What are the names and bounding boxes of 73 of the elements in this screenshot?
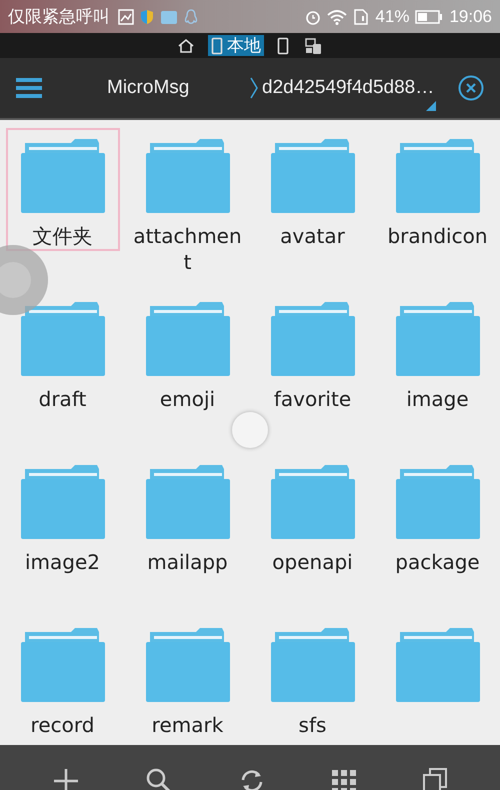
folder-item[interactable]: openapi <box>256 454 370 577</box>
battery-percent: 41% <box>375 6 410 26</box>
folder-icon <box>396 463 480 539</box>
path-crumb[interactable]: MicroMsg <box>107 77 245 99</box>
folder-name: openapi <box>271 549 354 575</box>
folder-name: draft <box>38 386 88 412</box>
folder-icon <box>146 137 230 213</box>
phone-icon <box>211 36 223 54</box>
folder-icon <box>20 626 104 702</box>
folder-item[interactable]: emoji <box>130 291 244 414</box>
folder-name: 文件夹 <box>32 223 94 249</box>
folder-item[interactable]: package <box>380 454 494 577</box>
shield-icon <box>140 8 154 24</box>
folder-icon <box>396 626 480 702</box>
folder-item[interactable]: favorite <box>256 291 370 414</box>
folder-item[interactable]: sfs <box>256 617 370 740</box>
dropdown-corner-icon[interactable] <box>426 101 436 111</box>
folder-name: image2 <box>24 549 102 575</box>
notification-text: 仅限紧急呼叫 <box>8 6 110 28</box>
folder-name: image <box>405 386 470 412</box>
add-icon[interactable] <box>53 768 80 790</box>
folder-icon <box>396 300 480 376</box>
folder-icon <box>270 463 354 539</box>
windows-icon[interactable] <box>422 768 447 790</box>
folder-icon <box>270 300 354 376</box>
folder-icon <box>20 137 104 213</box>
folder-item[interactable]: attachment <box>130 128 244 277</box>
folder-item[interactable]: avatar <box>256 128 370 251</box>
grid-icon[interactable] <box>332 770 356 790</box>
sim-icon <box>353 8 370 24</box>
folder-name: emoji <box>158 386 216 412</box>
folder-item[interactable]: 文件夹 <box>6 128 120 251</box>
folder-item[interactable]: record <box>6 617 120 740</box>
menu-icon[interactable] <box>16 78 42 98</box>
folder-item[interactable]: mailapp <box>130 454 244 577</box>
folder-item[interactable]: brandicon <box>380 128 494 251</box>
folder-item[interactable]: image <box>380 291 494 414</box>
path-crumb[interactable]: d2d42549f4d5d88… <box>262 77 434 99</box>
folder-item[interactable]: remark <box>130 617 244 740</box>
folder-icon <box>270 626 354 702</box>
penguin-icon <box>184 8 198 24</box>
folder-icon <box>396 137 480 213</box>
folder-app-icon <box>160 8 178 24</box>
clock: 19:06 <box>449 6 492 26</box>
folder-name: avatar <box>279 223 346 249</box>
folder-icon <box>146 300 230 376</box>
folder-icon <box>270 137 354 213</box>
folder-icon <box>20 300 104 376</box>
floating-dot[interactable] <box>232 412 268 448</box>
chevron-icon <box>250 77 258 99</box>
folder-name: remark <box>150 712 224 738</box>
folder-icon <box>20 463 104 539</box>
folder-name: brandicon <box>386 223 488 249</box>
folder-name: attachment <box>132 223 243 275</box>
folder-item[interactable]: draft <box>6 291 120 414</box>
folder-item[interactable]: image2 <box>6 454 120 577</box>
folder-name: package <box>394 549 481 575</box>
devices-icon <box>305 36 323 54</box>
folder-name: record <box>30 712 96 738</box>
folder-icon <box>146 463 230 539</box>
search-icon[interactable] <box>146 768 172 790</box>
folder-icon <box>146 626 230 702</box>
battery-icon <box>415 8 444 24</box>
phone-icon <box>277 36 289 54</box>
wifi-icon <box>327 8 348 24</box>
image-icon <box>118 8 134 24</box>
location-tab[interactable]: 本地 <box>208 35 264 56</box>
folder-name: mailapp <box>146 549 229 575</box>
close-icon[interactable] <box>458 75 484 101</box>
folder-name: sfs <box>298 712 328 738</box>
home-icon <box>177 38 195 54</box>
alarm-icon <box>305 8 322 24</box>
folder-name: favorite <box>272 386 352 412</box>
